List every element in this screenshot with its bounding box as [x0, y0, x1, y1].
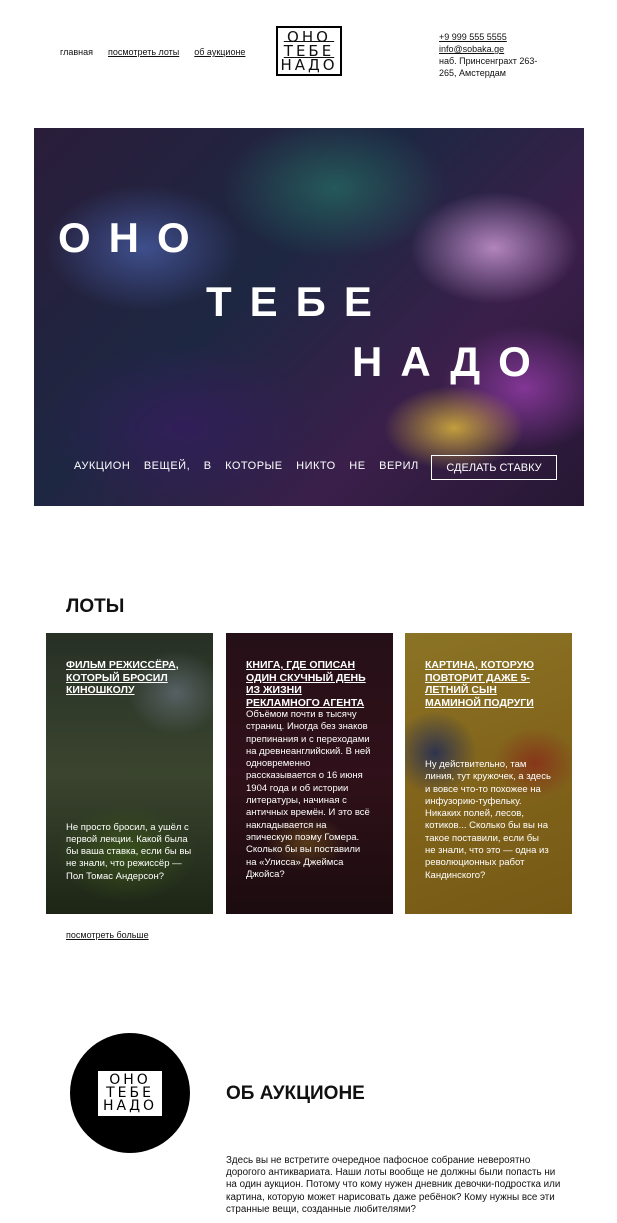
nav-lots-link[interactable]: посмотреть лоты — [108, 47, 179, 57]
lot-title[interactable]: Книга, где описан один скучный день из ж… — [246, 659, 373, 709]
lot-card-book[interactable]: Книга, где описан один скучный день из ж… — [226, 633, 393, 914]
lot-card-film[interactable]: Фильм режиссёра, который бросил киношкол… — [46, 633, 213, 914]
hero-tagline: АУКЦИОН ВЕЩЕЙ, В КОТОРЫЕ НИКТО НЕ ВЕРИЛ — [74, 460, 419, 472]
lot-description: Объёмом почти в тысячу страниц. Иногда б… — [246, 709, 371, 880]
hero-title-line-3: НАДО — [352, 338, 549, 385]
lot-description: Ну действительно, там линия, тут кружоче… — [425, 759, 551, 881]
contacts-block: +9 999 555 5555 info@sobaka.ge наб. Прин… — [439, 31, 537, 79]
place-bid-button[interactable]: СДЕЛАТЬ СТАВКУ — [431, 455, 557, 480]
about-logo-mark: ОНО ТЕБЕ НАДО — [97, 1070, 163, 1116]
about-heading: ОБ АУКЦИОНЕ — [226, 1083, 365, 1104]
lot-card-painting[interactable]: Картина, которую повторит даже 5-летний … — [405, 633, 572, 914]
hero-title-line-2: ТЕБЕ — [206, 278, 390, 325]
about-text: Здесь вы не встретите очередное пафосное… — [226, 1155, 561, 1215]
see-more-link[interactable]: посмотреть больше — [66, 930, 149, 940]
address-line-2: 265, Амстердам — [439, 68, 506, 78]
lot-description: Не просто бросил, а ушёл с первой лекции… — [66, 821, 192, 882]
lots-heading: ЛОТЫ — [66, 596, 125, 617]
about-logo: ОНО ТЕБЕ НАДО — [70, 1033, 190, 1153]
phone-link[interactable]: +9 999 555 5555 — [439, 31, 537, 43]
address-line-1: наб. Принсенграхт 263- — [439, 56, 538, 66]
site-logo[interactable]: ОНО ТЕБЕ НАДО — [276, 26, 342, 76]
hero-title-line-1: ОНО — [58, 214, 208, 261]
logo-line-3: НАДО — [280, 56, 338, 74]
email-link[interactable]: info@sobaka.ge — [439, 43, 537, 55]
about-logo-line-3: НАДО — [102, 1097, 158, 1114]
lot-title[interactable]: Картина, которую повторит даже 5-летний … — [425, 659, 552, 709]
lot-title[interactable]: Фильм режиссёра, который бросил киношкол… — [66, 659, 193, 697]
nav-about-link[interactable]: об аукционе — [194, 47, 245, 57]
nav-home-link[interactable]: главная — [60, 47, 93, 57]
top-nav: главная посмотреть лоты об аукционе — [60, 47, 245, 57]
hero-banner: ОНО ТЕБЕ НАДО АУКЦИОН ВЕЩЕЙ, В КОТОРЫЕ Н… — [34, 128, 584, 506]
